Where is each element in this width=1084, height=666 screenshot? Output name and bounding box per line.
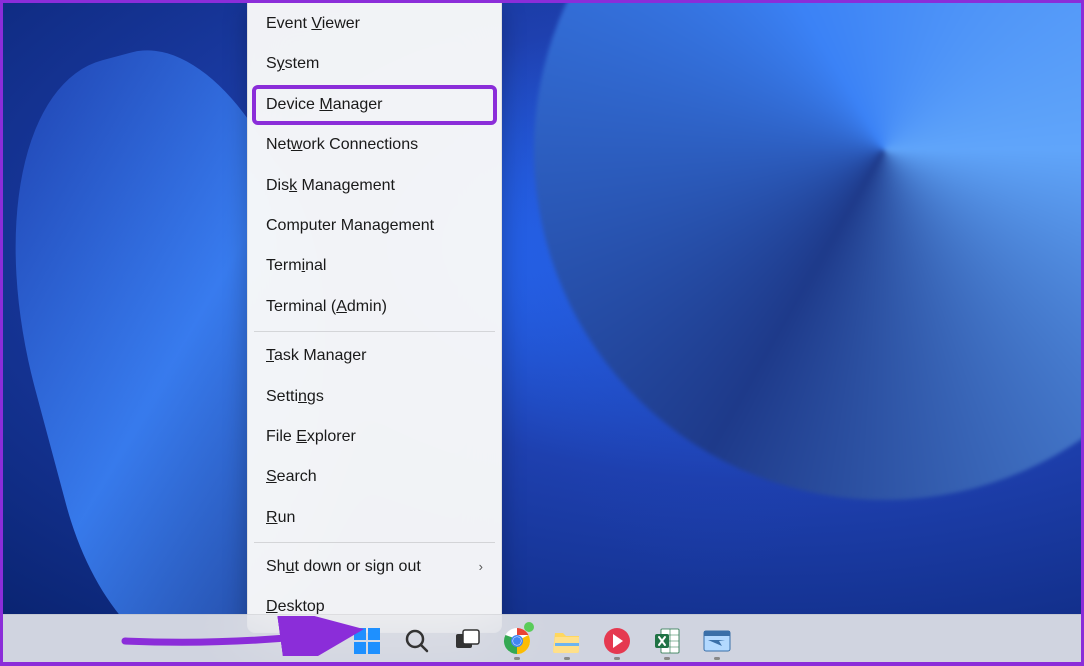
menu-terminal[interactable]: Terminal — [252, 246, 497, 286]
menu-item-label: Run — [266, 507, 295, 529]
run-icon — [703, 630, 731, 652]
menu-search[interactable]: Search — [252, 457, 497, 497]
menu-network-connections[interactable]: Network Connections — [252, 125, 497, 165]
run-app-button[interactable] — [696, 620, 738, 662]
menu-computer-management[interactable]: Computer Management — [252, 206, 497, 246]
menu-item-label: Terminal — [266, 255, 326, 277]
menu-item-label: Computer Management — [266, 215, 434, 237]
menu-shutdown[interactable]: Shut down or sign out › — [252, 547, 497, 587]
menu-system[interactable]: System — [252, 44, 497, 84]
task-view-button[interactable] — [446, 620, 488, 662]
menu-separator — [254, 331, 495, 332]
menu-disk-management[interactable]: Disk Management — [252, 166, 497, 206]
chrome-button[interactable] — [496, 620, 538, 662]
menu-separator — [254, 542, 495, 543]
menu-item-label: Settings — [266, 386, 324, 408]
search-icon — [404, 628, 430, 654]
menu-task-manager[interactable]: Task Manager — [252, 336, 497, 376]
windows-logo-icon — [354, 628, 380, 654]
menu-item-label: File Explorer — [266, 426, 356, 448]
menu-file-explorer[interactable]: File Explorer — [252, 417, 497, 457]
menu-device-manager[interactable]: Device Manager — [252, 85, 497, 125]
menu-item-label: Network Connections — [266, 134, 418, 156]
start-button[interactable] — [346, 620, 388, 662]
file-explorer-button[interactable] — [546, 620, 588, 662]
menu-terminal-admin[interactable]: Terminal (Admin) — [252, 287, 497, 327]
menu-run[interactable]: Run — [252, 498, 497, 538]
desktop-wallpaper — [0, 0, 1084, 614]
menu-event-viewer[interactable]: Event Viewer — [252, 4, 497, 44]
search-button[interactable] — [396, 620, 438, 662]
menu-item-label: System — [266, 53, 319, 75]
menu-item-label: Disk Management — [266, 175, 395, 197]
circle-app-icon — [603, 627, 631, 655]
menu-item-label: Terminal (Admin) — [266, 296, 387, 318]
menu-item-label: Device Manager — [266, 94, 383, 116]
quick-assist-button[interactable] — [596, 620, 638, 662]
taskbar — [0, 614, 1084, 666]
excel-icon — [653, 627, 681, 655]
menu-item-label: Search — [266, 466, 317, 488]
menu-item-label: Task Manager — [266, 345, 367, 367]
winx-context-menu: Event Viewer System Device Manager Network … — [247, 0, 502, 633]
excel-button[interactable] — [646, 620, 688, 662]
menu-item-label: Shut down or sign out — [266, 556, 421, 578]
menu-settings[interactable]: Settings — [252, 377, 497, 417]
chevron-right-icon: › — [479, 558, 483, 576]
menu-item-label: Event Viewer — [266, 13, 360, 35]
task-view-icon — [454, 628, 480, 654]
folder-icon — [553, 629, 581, 653]
